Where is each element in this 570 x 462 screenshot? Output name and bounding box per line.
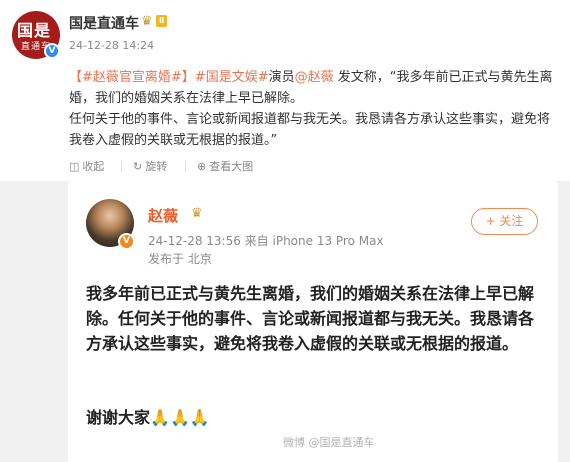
screenshot-card: V 赵薇 ♛ 24-12-28 13:56 来自 iPhone 13 Pro M… (68, 181, 558, 462)
post-timestamp[interactable]: 24-12-28 14:24 (69, 39, 154, 52)
divider (121, 160, 122, 172)
topic-tag-link[interactable]: 【#赵薇官宣离婚#】 (69, 70, 195, 85)
collapse-label: 收起 (82, 160, 105, 173)
mention-link[interactable]: @赵薇 (295, 70, 334, 85)
post-text: 【#赵薇官宣离婚#】#国是文娱#演员@赵薇 发文称，“我多年前已正式与黄先生离婚… (69, 67, 559, 151)
rotate-label: 旋转 (145, 160, 168, 173)
view-large-label: 查看大图 (209, 160, 254, 173)
author-name[interactable]: 国是直通车 (69, 13, 139, 33)
rotate-icon: ↻ (133, 160, 143, 173)
post-image[interactable]: V 赵薇 ♛ 24-12-28 13:56 来自 iPhone 13 Pro M… (0, 181, 570, 462)
divider (185, 160, 186, 172)
collapse-icon: ◫ (69, 160, 80, 173)
avatar-text-big: 国是 (17, 21, 52, 40)
verified-icon: V (44, 43, 60, 59)
follow-button: + 关注 (471, 208, 538, 235)
view-large-button[interactable]: ⊕ 查看大图 (197, 158, 253, 174)
topic-tag-link[interactable]: #国是文娱# (195, 70, 269, 85)
pray-emoji: 🙏🙏🙏 (150, 408, 210, 427)
level-badge: Ⅱ (156, 15, 168, 27)
screenshot-body: 我多年前已正式与黄先生离婚，我们的婚姻关系在法律上早已解除。任何关于他的事件、言… (86, 284, 535, 353)
screenshot-author-name: 赵薇 (148, 207, 179, 225)
member-badge[interactable]: ♛ Ⅱ (141, 13, 175, 29)
crown-icon: ♛ (191, 206, 203, 221)
thanks-text: 谢谢大家 (86, 408, 151, 427)
collapse-button[interactable]: ◫ 收起 (69, 158, 104, 174)
screenshot-thanks: 谢谢大家🙏🙏🙏 (86, 404, 210, 428)
crown-icon: ♛ (141, 14, 153, 29)
rotate-button[interactable]: ↻ 旋转 (133, 158, 167, 174)
post-header: 国是 直通车 V 国是直通车 ♛ Ⅱ 24-12-28 14:24 (0, 0, 570, 64)
post-text-line2: 任何关于他的事件、言论或新闻报道都与我无关。我恳请各方承认这些事实，避免将我卷入… (69, 112, 551, 148)
zoom-icon: ⊕ (197, 160, 207, 173)
screenshot-meta: 24-12-28 13:56 来自 iPhone 13 Pro Max (148, 234, 384, 248)
verified-icon: V (118, 233, 135, 250)
watermark: 微博 @国是直通车 (283, 436, 375, 449)
role-text: 演员 (268, 70, 295, 85)
screenshot-location: 发布于 北京 (148, 252, 212, 266)
